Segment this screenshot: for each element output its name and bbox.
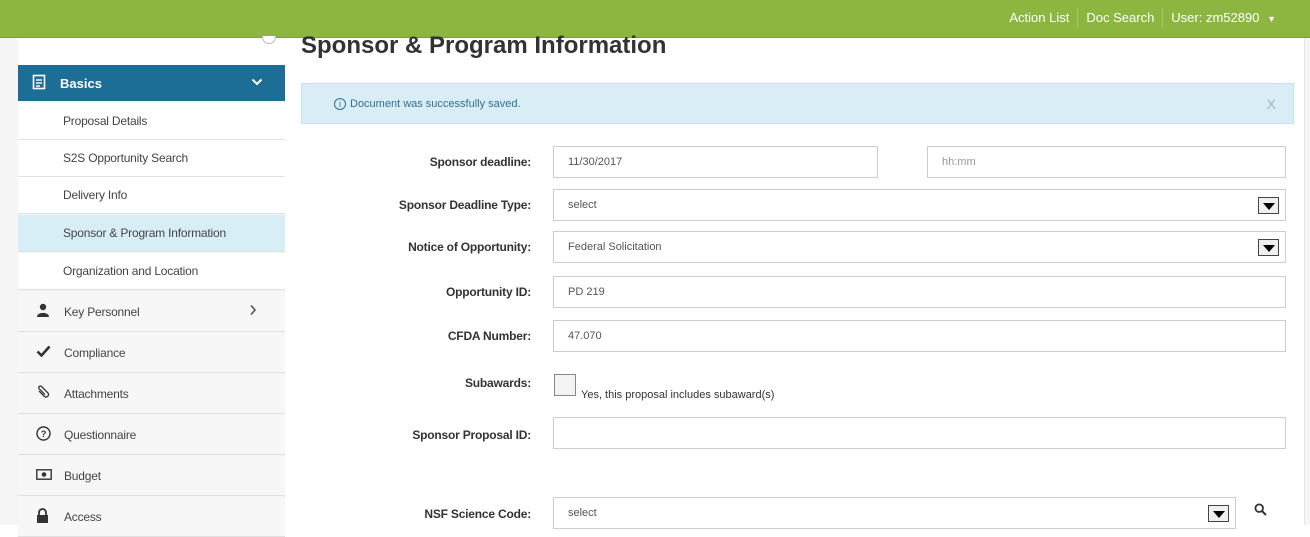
input-value: 47.070 <box>568 330 602 342</box>
sidebar-item-label: Key Personnel <box>64 304 140 319</box>
sidebar-item-label: Organization and Location <box>63 264 199 278</box>
select-value: select <box>568 507 597 519</box>
info-icon: i <box>334 97 346 110</box>
sidebar: Basics Proposal Details S2S Opportunity … <box>0 36 285 537</box>
sidebar-item-key-personnel[interactable]: Key Personnel <box>18 292 285 332</box>
sidebar-item-label: Attachments <box>64 386 129 401</box>
success-alert: i Document was successfully saved. X <box>301 83 1294 124</box>
sidebar-item-label: S2S Opportunity Search <box>63 151 189 165</box>
subawards-checkbox[interactable] <box>554 374 576 396</box>
sidebar-item-budget[interactable]: Budget <box>18 456 285 496</box>
dropdown-arrow-icon <box>1208 505 1229 522</box>
sidebar-item-compliance[interactable]: Compliance <box>18 333 285 373</box>
notice-of-opportunity-select[interactable]: Federal Solicitation <box>553 231 1286 263</box>
sponsor-deadline-type-select[interactable]: select <box>553 189 1286 221</box>
sidebar-item-label: Budget <box>64 468 101 483</box>
page-title: Sponsor & Program Information <box>301 32 667 59</box>
sidebar-item-access[interactable]: Access <box>18 497 285 537</box>
sidebar-item-delivery-info[interactable]: Delivery Info <box>18 177 285 214</box>
sponsor-deadline-input[interactable]: 11/30/2017 <box>553 146 878 178</box>
sponsor-deadline-label: Sponsor deadline: <box>429 155 531 169</box>
nsf-science-code-label: NSF Science Code: <box>424 507 531 521</box>
sidebar-item-sponsor-program-information[interactable]: Sponsor & Program Information <box>18 215 285 252</box>
search-icon <box>1253 503 1267 516</box>
opportunity-id-label: Opportunity ID: <box>446 285 531 299</box>
sidebar-section-label: Basics <box>60 75 102 91</box>
cfda-number-input[interactable]: 47.070 <box>553 320 1286 352</box>
sidebar-item-label: Compliance <box>64 345 126 360</box>
doc-search-link[interactable]: Doc Search <box>1078 8 1162 28</box>
svg-text:?: ? <box>41 429 46 439</box>
sponsor-proposal-id-label: Sponsor Proposal ID: <box>412 428 531 442</box>
sidebar-item-label: Access <box>64 509 102 524</box>
sponsor-deadline-type-label: Sponsor Deadline Type: <box>398 198 531 212</box>
subawards-checkbox-label[interactable]: Yes, this proposal includes subaward(s) <box>581 389 774 401</box>
sidebar-item-label: Proposal Details <box>63 114 148 128</box>
action-list-link[interactable]: Action List <box>1001 8 1077 28</box>
main-content: Sponsor & Program Information i Document… <box>285 32 1310 529</box>
chevron-down-icon <box>251 75 263 90</box>
opportunity-id-input[interactable]: PD 219 <box>553 276 1286 308</box>
money-icon <box>36 468 56 483</box>
cfda-number-label: CFDA Number: <box>447 329 531 343</box>
document-icon <box>32 74 50 93</box>
sidebar-section-basics[interactable]: Basics <box>18 65 285 101</box>
select-value: select <box>568 199 597 211</box>
paperclip-icon <box>36 385 56 402</box>
nsf-code-search-button[interactable] <box>1245 497 1275 525</box>
time-placeholder: hh:mm <box>942 156 976 168</box>
sidebar-item-proposal-details[interactable]: Proposal Details <box>18 103 285 140</box>
dropdown-arrow-icon <box>1258 239 1279 256</box>
check-icon <box>36 345 56 360</box>
user-icon <box>36 303 56 320</box>
sidebar-item-attachments[interactable]: Attachments <box>18 374 285 414</box>
sidebar-item-organization-location[interactable]: Organization and Location <box>18 253 285 290</box>
user-menu-label: User: zm52890 <box>1171 9 1260 25</box>
dropdown-arrow-icon <box>1258 197 1279 214</box>
caret-down-icon: ▼ <box>1267 13 1276 24</box>
sponsor-proposal-id-input[interactable] <box>553 417 1286 449</box>
page-scrollbar[interactable] <box>1304 38 1310 525</box>
notice-of-opportunity-label: Notice of Opportunity: <box>408 240 531 254</box>
select-value: Federal Solicitation <box>568 241 662 253</box>
sidebar-item-label: Sponsor & Program Information <box>63 226 226 240</box>
sidebar-item-questionnaire[interactable]: ? Questionnaire <box>18 415 285 455</box>
sponsor-deadline-value: 11/30/2017 <box>568 156 623 168</box>
user-menu[interactable]: User: zm52890 ▼ <box>1163 8 1284 29</box>
alert-message: Document was successfully saved. <box>350 97 521 110</box>
chevron-right-icon <box>249 304 257 319</box>
subawards-label: Subawards: <box>464 376 531 390</box>
nsf-science-code-select[interactable]: select <box>553 497 1236 529</box>
sponsor-deadline-time-input[interactable]: hh:mm <box>927 146 1286 178</box>
lock-icon <box>36 507 56 526</box>
close-icon[interactable]: X <box>1267 96 1276 112</box>
top-nav: Action List Doc Search User: zm52890 ▼ <box>1001 8 1284 28</box>
input-value: PD 219 <box>568 286 605 298</box>
sidebar-top-spacer <box>18 38 285 65</box>
question-circle-icon: ? <box>36 425 56 444</box>
sidebar-item-label: Delivery Info <box>63 188 128 202</box>
sidebar-item-s2s-opportunity-search[interactable]: S2S Opportunity Search <box>18 140 285 177</box>
sidebar-item-label: Questionnaire <box>64 427 137 442</box>
